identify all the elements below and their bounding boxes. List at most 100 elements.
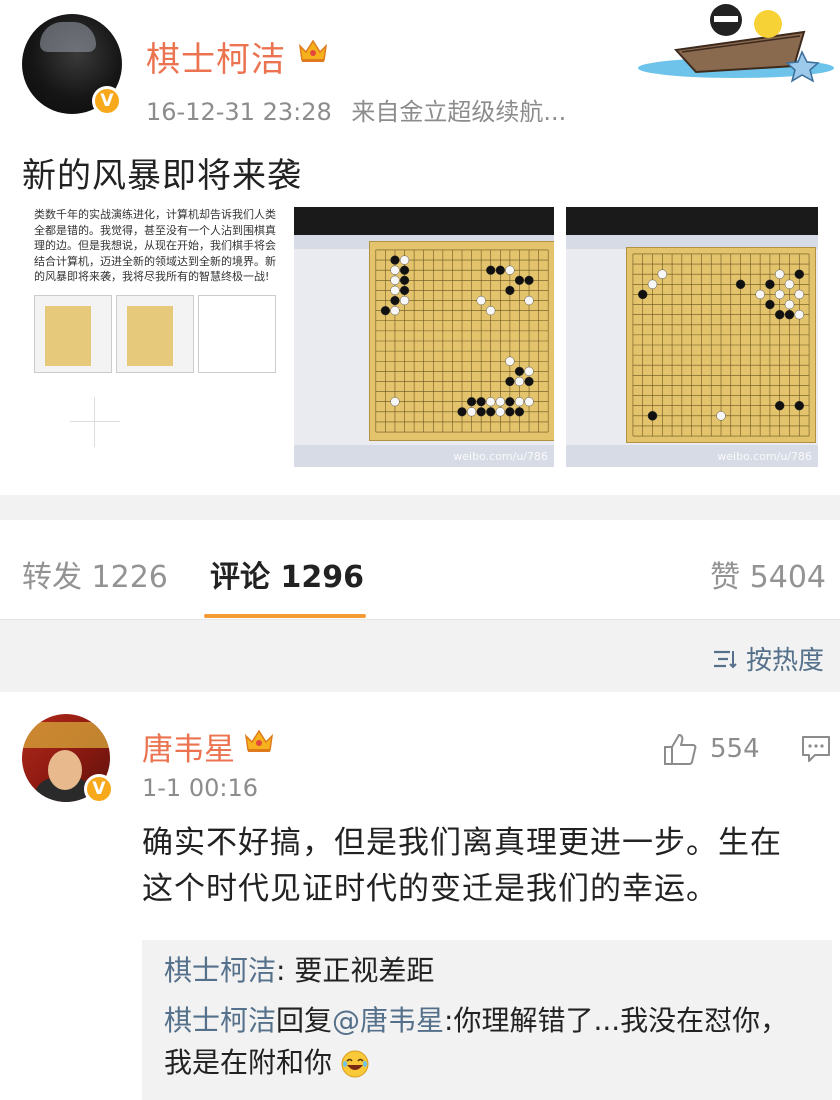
white-stone	[399, 295, 410, 306]
black-stone	[524, 275, 534, 285]
white-stone	[716, 411, 726, 421]
post-image-2[interactable]: weibo.com/u/786	[294, 207, 554, 467]
post-meta: 16-12-31 23:28 来自金立超级续航...	[146, 92, 566, 127]
thumbs-up-icon	[664, 734, 697, 765]
white-stone	[390, 285, 400, 296]
black-stone	[524, 376, 534, 387]
sort-bar: 按热度	[0, 620, 840, 692]
reply-item: 棋士柯洁回复@唐韦星:你理解错了...我没在怼你，我是在附和你	[164, 1000, 814, 1084]
comment-like-button[interactable]: 554	[662, 732, 760, 766]
white-stone	[524, 397, 534, 407]
post-timestamp: 16-12-31 23:28	[146, 98, 332, 126]
image-watermark: weibo.com/u/786	[717, 450, 812, 463]
black-stone	[505, 407, 515, 417]
white-stone	[486, 397, 496, 407]
black-stone	[486, 265, 496, 275]
image-watermark: weibo.com/u/786	[453, 450, 548, 463]
white-stone	[524, 295, 534, 306]
white-stone	[505, 356, 515, 366]
reply-comment-icon[interactable]	[800, 734, 832, 764]
commenter-avatar[interactable]: V	[22, 714, 122, 814]
avatar-hair	[40, 22, 96, 52]
commenter-name[interactable]: 唐韦星	[142, 724, 235, 769]
laughing-emoji-icon	[341, 1050, 369, 1078]
black-stone	[794, 400, 804, 411]
black-stone	[505, 285, 515, 296]
comment-item: V 唐韦星 1-1 00:16 554 确实不好搞，但是我们离真理更进一步。生在…	[0, 692, 840, 1100]
black-stone	[735, 279, 746, 290]
black-stone	[399, 285, 410, 296]
sort-button[interactable]: 按热度	[712, 640, 824, 677]
white-stone	[794, 289, 804, 300]
black-stone	[514, 275, 525, 285]
black-stone	[505, 397, 515, 407]
black-stone	[505, 376, 515, 387]
white-stone	[476, 295, 486, 306]
tab-like[interactable]: 赞 5404	[710, 552, 826, 596]
black-stone	[638, 289, 648, 300]
post-tabs: 转发 1226 评论 1296 赞 5404	[0, 520, 840, 620]
tab-repost-label: 转发	[22, 560, 82, 595]
reply-text: 要正视差距	[294, 954, 435, 987]
white-stone	[775, 269, 785, 279]
white-stone	[514, 376, 525, 387]
image-1-mini-2	[116, 295, 194, 373]
white-stone	[755, 289, 765, 300]
image-1-mini-1	[34, 295, 112, 373]
black-stone	[514, 407, 525, 417]
tab-comment-count: 1296	[280, 560, 364, 595]
boat-sticker	[638, 4, 834, 83]
reply-author[interactable]: 棋士柯洁	[164, 954, 276, 987]
white-stone	[657, 269, 667, 279]
tab-repost[interactable]: 转发 1226	[22, 552, 168, 596]
black-stone	[476, 397, 486, 407]
author-name[interactable]: 棋士柯洁	[146, 32, 286, 81]
active-tab-indicator	[204, 614, 366, 618]
black-stone	[765, 279, 775, 290]
black-stone	[775, 309, 785, 320]
tab-repost-count: 1226	[91, 560, 168, 595]
tab-comment[interactable]: 评论 1296	[210, 552, 364, 596]
white-stone	[495, 397, 505, 407]
go-board-2	[369, 241, 554, 441]
post-image-3[interactable]: weibo.com/u/786	[566, 207, 818, 467]
image-1-mini-3	[198, 295, 276, 373]
image-1-cross	[70, 397, 120, 447]
black-stone	[495, 265, 505, 275]
white-stone	[390, 265, 400, 275]
post-image-1[interactable]: 类数千年的实战演练进化，计算机却告诉我们人类全都是错的。我觉得，甚至没有一个人沾…	[30, 207, 284, 467]
white-stone	[775, 289, 785, 300]
sort-icon	[713, 650, 737, 668]
white-stone	[390, 306, 400, 316]
reply-author[interactable]: 棋士柯洁	[164, 1004, 276, 1037]
go-board-3-grid	[632, 253, 810, 437]
black-stone	[390, 255, 400, 265]
white-stone	[784, 279, 795, 290]
black-stone	[399, 275, 410, 285]
black-stone	[794, 269, 804, 279]
black-stone	[647, 411, 658, 421]
black-stone	[390, 295, 400, 306]
section-gap	[0, 495, 840, 520]
black-stone	[514, 366, 525, 376]
go-board-2-grid	[375, 249, 549, 433]
verified-icon: V	[92, 86, 122, 116]
reply-item: 棋士柯洁: 要正视差距	[164, 950, 814, 992]
comment-text: 确实不好搞，但是我们离真理更进一步。生在这个时代见证时代的变迁是我们的幸运。	[142, 825, 782, 907]
reply-box[interactable]: 棋士柯洁: 要正视差距 棋士柯洁回复@唐韦星:你理解错了...我没在怼你，我是在…	[142, 940, 832, 1100]
white-stone	[784, 299, 795, 310]
reply-mention[interactable]: @唐韦星	[332, 1004, 444, 1037]
black-stone	[466, 397, 477, 407]
go-board-3	[626, 247, 816, 443]
post-source: 来自金立超级续航...	[351, 98, 567, 126]
author-avatar[interactable]: V	[22, 14, 122, 116]
white-stone	[390, 397, 400, 407]
white-stone	[514, 397, 525, 407]
black-stone	[765, 299, 775, 310]
white-stone	[794, 309, 804, 320]
crown-icon	[298, 38, 328, 64]
tab-like-label: 赞	[710, 560, 741, 595]
white-stone	[466, 407, 477, 417]
sort-label: 按热度	[745, 646, 824, 676]
white-stone	[486, 306, 496, 316]
